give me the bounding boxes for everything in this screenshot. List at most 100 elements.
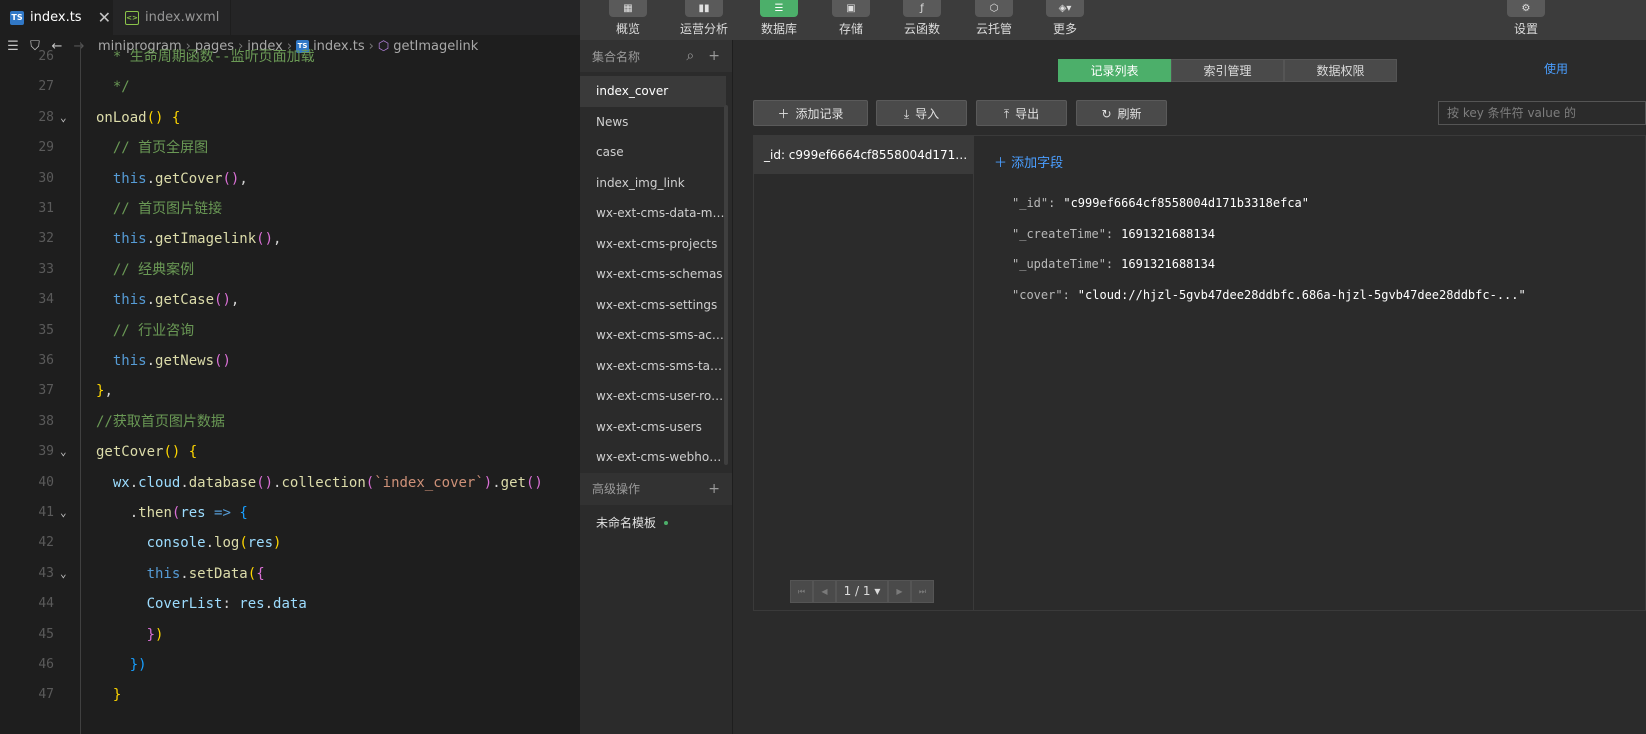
code-line[interactable]: 37}, <box>0 376 580 406</box>
collection-item[interactable]: wx-ext-cms-users <box>580 412 726 443</box>
indent-guide <box>80 42 81 734</box>
page-indicator: 1 / 1 <box>843 584 871 598</box>
tab-label: index.wxml <box>145 10 220 25</box>
field-row[interactable]: "cover": "cloud://hjzl-5gvb47dee28ddbfc.6… <box>1012 288 1526 302</box>
code-line[interactable]: 35 // 行业咨询 <box>0 316 580 346</box>
code-line[interactable]: 31 // 首页图片链接 <box>0 194 580 224</box>
import-button[interactable]: ⤓ 导入 <box>876 100 967 126</box>
line-number: 30 <box>38 170 54 186</box>
field-key: "cover": <box>1012 288 1070 302</box>
code-line[interactable]: 38 //获取首页图片数据 <box>0 407 580 437</box>
code-text: CoverList: res.data <box>96 596 307 613</box>
code-line[interactable]: 42 console.log(res) <box>0 528 580 558</box>
collection-item[interactable]: News <box>580 107 726 138</box>
first-page-icon[interactable]: ⏮ <box>790 580 813 603</box>
field-row[interactable]: "_id": "c999ef6664cf8558004d171b3318efca" <box>1012 196 1309 210</box>
collection-item[interactable]: index_cover <box>580 76 726 107</box>
field-key: "_id": <box>1012 196 1056 210</box>
add-field-button[interactable]: ＋ 添加字段 <box>994 152 1063 171</box>
line-number: 43 <box>38 565 54 581</box>
prev-page-icon[interactable]: ◀ <box>813 580 836 603</box>
collection-header-label: 集合名称 <box>592 49 641 64</box>
toolbar-more[interactable]: ◈▾ 更多 <box>1035 0 1095 40</box>
advanced-ops-label: 高级操作 <box>592 482 641 496</box>
sidebar-scrollbar[interactable] <box>724 105 728 465</box>
code-line[interactable]: 43 ⌄ this.setData({ <box>0 559 580 589</box>
collection-item[interactable]: wx-ext-cms-webhook... <box>580 442 726 473</box>
code-line[interactable]: 47 } <box>0 680 580 710</box>
fold-chevron-icon[interactable]: ⌄ <box>60 559 67 589</box>
code-line[interactable]: 32 this.getImagelink(), <box>0 224 580 254</box>
toolbar-cloud-functions[interactable]: ƒ 云函数 <box>892 0 952 40</box>
code-line[interactable]: 40 wx.cloud.database().collection(`index… <box>0 468 580 498</box>
line-number: 40 <box>38 474 54 490</box>
tab-data-permissions[interactable]: 数据权限 <box>1284 59 1397 82</box>
upload-icon: ⤒ <box>1003 107 1010 121</box>
code-line[interactable]: 30 this.getCover(), <box>0 164 580 194</box>
function-icon: ƒ <box>903 0 941 17</box>
collection-item[interactable]: wx-ext-cms-sms-activ... <box>580 320 726 351</box>
collection-item[interactable]: wx-ext-cms-data-mig... <box>580 198 726 229</box>
template-item[interactable]: 未命名模板 <box>580 505 732 541</box>
toolbar-cloud-hosting[interactable]: ⬡ 云托管 <box>964 0 1024 40</box>
code-line[interactable]: 33 // 经典案例 <box>0 255 580 285</box>
fold-chevron-icon[interactable]: ⌄ <box>60 103 67 133</box>
record-item[interactable]: _id: c999ef6664cf8558004d171b33... <box>754 136 973 174</box>
code-line[interactable]: 26 * 生命周期函数--监听页面加载 <box>0 42 580 72</box>
toolbar-label: 存储 <box>838 22 863 36</box>
layers-dropdown-icon: ◈▾ <box>1046 0 1084 17</box>
tab-index-management[interactable]: 索引管理 <box>1171 59 1284 82</box>
code-line[interactable]: 34 this.getCase(), <box>0 285 580 315</box>
line-number: 46 <box>38 657 54 672</box>
record-list: _id: c999ef6664cf8558004d171b33... ⏮ ◀ 1… <box>754 136 974 610</box>
code-line[interactable]: 36 this.getNews() <box>0 346 580 376</box>
overview-icon: ▦ <box>609 0 647 17</box>
fold-chevron-icon[interactable]: ⌄ <box>60 437 67 467</box>
page-select[interactable]: 1 / 1 ▾ <box>836 580 888 603</box>
collection-item[interactable]: case <box>580 137 726 168</box>
collection-item[interactable]: wx-ext-cms-settings <box>580 290 726 321</box>
wxml-file-icon: <> <box>125 10 139 25</box>
tab-record-list[interactable]: 记录列表 <box>1058 59 1171 82</box>
collection-item[interactable]: wx-ext-cms-schemas <box>580 259 726 290</box>
code-line[interactable]: 39 ⌄ getCover() { <box>0 437 580 467</box>
usage-link[interactable]: 使用 <box>1544 60 1568 77</box>
toolbar-storage[interactable]: ▣ 存储 <box>821 0 881 40</box>
next-page-icon[interactable]: ▶ <box>888 580 911 603</box>
code-text: * 生命周期函数--监听页面加载 <box>96 49 315 65</box>
add-record-button[interactable]: ＋ 添加记录 <box>753 100 868 126</box>
code-text: .then(res => { <box>96 505 248 521</box>
collection-item[interactable]: wx-ext-cms-projects <box>580 229 726 260</box>
editor-tab-bar: TS index.ts ✕ <> index.wxml <box>0 0 580 35</box>
export-button[interactable]: ⤒ 导出 <box>976 100 1067 126</box>
code-line[interactable]: 27 */ <box>0 72 580 102</box>
field-row[interactable]: "_updateTime": 1691321688134 <box>1012 257 1215 271</box>
line-number: 39 <box>38 444 54 460</box>
code-line[interactable]: 29 // 首页全屏图 <box>0 133 580 163</box>
toolbar-settings[interactable]: ⚙ 设置 <box>1496 0 1556 40</box>
tab-index-ts[interactable]: TS index.ts ✕ <box>0 0 113 35</box>
refresh-button[interactable]: ↻ 刷新 <box>1076 100 1167 126</box>
add-template-icon[interactable]: + <box>708 481 720 497</box>
close-icon[interactable]: ✕ <box>98 8 111 27</box>
add-collection-icon[interactable]: + <box>708 48 720 64</box>
collection-item[interactable]: wx-ext-cms-sms-tasks <box>580 351 726 382</box>
search-icon[interactable]: ⌕ <box>686 48 694 64</box>
cube-icon: ⬡ <box>975 0 1013 17</box>
query-input[interactable] <box>1438 101 1646 125</box>
field-row[interactable]: "_createTime": 1691321688134 <box>1012 227 1215 241</box>
code-line[interactable]: 46 }) <box>0 650 580 680</box>
toolbar-analytics[interactable]: ▮▮ 运营分析 <box>674 0 734 40</box>
toolbar-overview[interactable]: ▦ 概览 <box>598 0 658 40</box>
collection-item[interactable]: wx-ext-cms-user-roles <box>580 381 726 412</box>
last-page-icon[interactable]: ⏭ <box>911 580 934 603</box>
code-line[interactable]: 28 ⌄ onLoad() { <box>0 103 580 133</box>
code-line[interactable]: 44 CoverList: res.data <box>0 589 580 619</box>
code-area[interactable]: 26 * 生命周期函数--监听页面加载 27 */28 ⌄ onLoad() {29 … <box>0 42 580 734</box>
tab-index-wxml[interactable]: <> index.wxml <box>113 0 231 35</box>
code-line[interactable]: 41 ⌄ .then(res => { <box>0 498 580 528</box>
code-line[interactable]: 45 }) <box>0 620 580 650</box>
collection-item[interactable]: index_img_link <box>580 168 726 199</box>
fold-chevron-icon[interactable]: ⌄ <box>60 498 67 528</box>
toolbar-database[interactable]: ☰ 数据库 <box>749 0 809 40</box>
